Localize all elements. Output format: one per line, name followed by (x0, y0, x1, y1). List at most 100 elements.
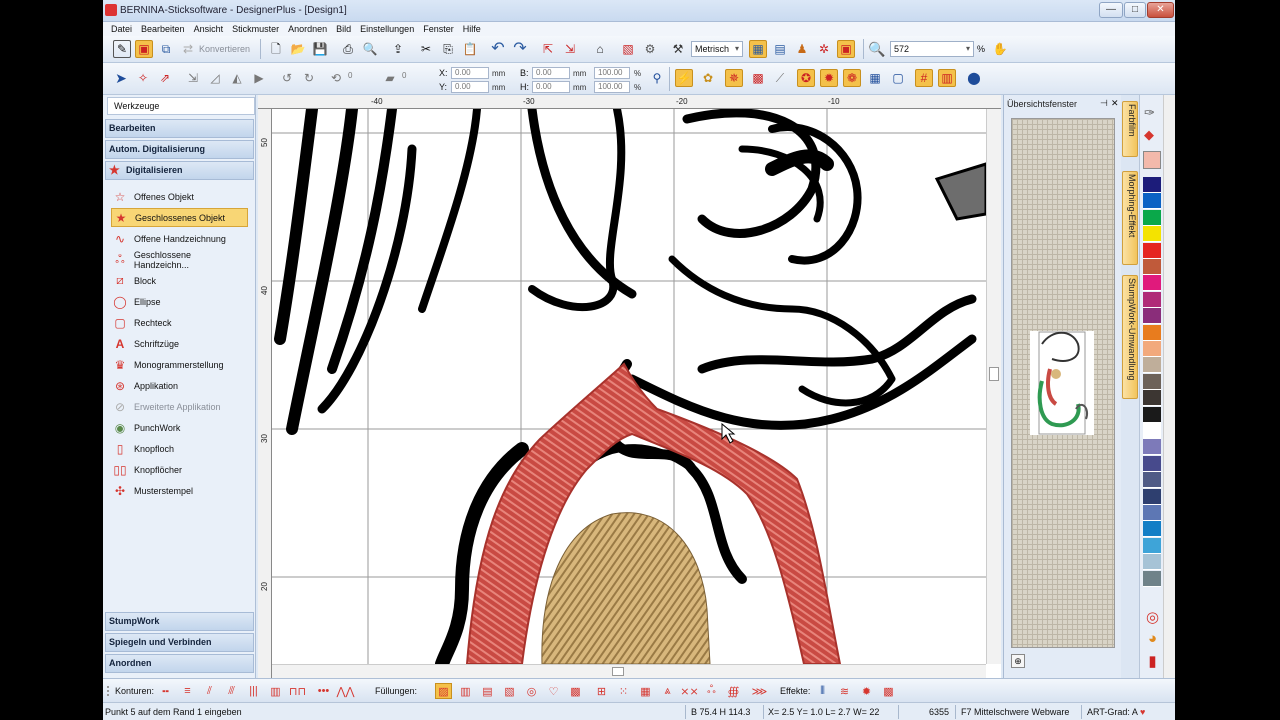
color-swatch[interactable] (1143, 488, 1161, 505)
tool-offene-handzeichnung[interactable]: ∿ Offene Handzeichnung (111, 229, 248, 248)
hash-grid-alt-icon[interactable]: ▥ (938, 69, 956, 87)
color-swatch[interactable] (1143, 259, 1161, 275)
fill-cross-icon[interactable]: ⊞ (593, 683, 610, 699)
overview-area[interactable] (1011, 118, 1115, 648)
export-embroidery-icon[interactable]: ⇲ (561, 40, 579, 58)
fill-radial-icon[interactable]: ◎ (523, 683, 540, 699)
category-spiegeln-und-verbinden[interactable]: Spiegeln und Verbinden (105, 633, 254, 652)
color-swatch[interactable] (1143, 570, 1161, 587)
color-swatch[interactable] (1143, 439, 1161, 456)
slant-icon[interactable]: ▰ (381, 69, 399, 87)
select-arrow-icon[interactable]: ➤ (112, 69, 130, 87)
horizontal-scroll-thumb[interactable] (612, 667, 624, 676)
fill-pattern-icon[interactable]: ▧ (501, 683, 518, 699)
open-folder-icon[interactable]: 📂 (289, 40, 307, 58)
grid-icon[interactable]: ▦ (866, 69, 884, 87)
sun-motif-icon[interactable]: ✹ (820, 69, 838, 87)
design-view-icon[interactable]: ⧉ (157, 40, 175, 58)
color-swatch[interactable] (1143, 423, 1161, 439)
tool-rechteck[interactable]: ▢ Rechteck (111, 313, 248, 332)
show-stitches-icon[interactable]: ▤ (771, 40, 789, 58)
fill-knot-icon[interactable]: ஃ (703, 683, 720, 699)
show-outlines-icon[interactable]: ▣ (837, 40, 855, 58)
color-wheel-icon[interactable]: ◎ (1143, 608, 1162, 627)
eyedropper-icon[interactable]: ✑ (1144, 105, 1155, 121)
color-swatch[interactable] (1143, 242, 1161, 259)
close-button[interactable]: ✕ (1147, 2, 1174, 18)
color-swatch[interactable] (1143, 193, 1161, 210)
pattern-icon[interactable]: ✵ (725, 69, 743, 87)
menu-hilfe[interactable]: Hilfe (463, 24, 481, 34)
mirror-horizontal-icon[interactable]: ◭ (228, 69, 246, 87)
menu-bearbeiten[interactable]: Bearbeiten (141, 24, 185, 34)
menu-fenster[interactable]: Fenster (423, 24, 454, 34)
fill-scales-icon[interactable]: ⋙ (751, 683, 768, 699)
menu-ansicht[interactable]: Ansicht (194, 24, 224, 34)
flower-motif-icon[interactable]: ❁ (843, 69, 861, 87)
undo-icon[interactable]: ↶ (489, 40, 507, 58)
tool-applikation[interactable]: ⊛ Applikation (111, 376, 248, 395)
palette-scrollbar[interactable] (1163, 95, 1175, 678)
frame-icon[interactable]: ▢ (889, 69, 907, 87)
grid-fill-icon[interactable]: ▩ (749, 69, 767, 87)
vertical-scroll-thumb[interactable] (989, 367, 999, 381)
rotate-left-icon[interactable]: ↺ (278, 69, 296, 87)
export-icon[interactable]: ⇪ (389, 40, 407, 58)
tool-punchwork[interactable]: ◉ PunchWork (111, 418, 248, 437)
fill-star-icon[interactable]: ✿ (699, 69, 717, 87)
tool-ellipse[interactable]: ◯ Ellipse (111, 292, 248, 311)
select-star-icon[interactable]: ✧ (134, 69, 152, 87)
menu-bild[interactable]: Bild (336, 24, 351, 34)
show-artwork-icon[interactable]: ▦ (749, 40, 767, 58)
current-color-swatch[interactable] (1143, 151, 1161, 169)
fill-grid-icon[interactable]: ▦ (637, 683, 654, 699)
lock-proportions-icon[interactable]: ⚲ (648, 69, 666, 87)
width-percent-input[interactable]: 100.00 (594, 67, 630, 79)
color-swatch[interactable] (1143, 554, 1161, 571)
fill-triangle-icon[interactable]: ⩓ (659, 683, 676, 699)
machine-icon[interactable]: ⌂ (591, 40, 609, 58)
contour-e-stitch-icon[interactable]: ⊓⊓ (289, 683, 306, 699)
color-swatch[interactable] (1143, 406, 1161, 423)
fill-wave-icon[interactable]: ∰ (725, 683, 742, 699)
contour-satin-icon[interactable]: ⫽ (201, 683, 218, 699)
show-objects-icon[interactable]: ✲ (815, 40, 833, 58)
paste-icon[interactable]: 📋 (461, 40, 479, 58)
drawing-area[interactable] (272, 109, 986, 664)
save-icon[interactable]: 💾 (311, 40, 329, 58)
redo-icon[interactable]: ↷ (511, 40, 529, 58)
tool-geschlossenes-objekt[interactable]: ★ Geschlossenes Objekt (111, 208, 248, 227)
contour-bar-icon[interactable]: ▥ (267, 683, 284, 699)
color-swatch[interactable] (1143, 177, 1161, 193)
menu-stickmuster[interactable]: Stickmuster (232, 24, 279, 34)
settings-gear-icon[interactable]: ⚙ (641, 40, 659, 58)
height-input[interactable]: 0.00 (532, 81, 570, 93)
effect-pattern-icon[interactable]: ▩ (880, 683, 897, 699)
print-icon[interactable]: ⎙ (339, 40, 357, 58)
tab-morphing-effekt[interactable]: Morphing-Effekt (1122, 171, 1138, 265)
menu-einstellungen[interactable]: Einstellungen (360, 24, 414, 34)
paint-bucket-icon[interactable]: ◆ (1144, 127, 1154, 143)
tools-icon[interactable]: ⚒ (669, 40, 687, 58)
category-stumpwork[interactable]: StumpWork (105, 612, 254, 631)
color-mixer-icon[interactable]: ◕ (1143, 630, 1162, 649)
effect-columns-icon[interactable]: ⦀ (814, 683, 831, 699)
effect-wave-icon[interactable]: ≋ (836, 683, 853, 699)
reshape-icon[interactable]: ⇗ (156, 69, 174, 87)
minimize-button[interactable]: — (1099, 2, 1123, 18)
tab-farbfilm[interactable]: Farbfilm (1122, 101, 1138, 157)
slant-value[interactable]: 0 (402, 71, 406, 80)
vertical-scrollbar[interactable] (986, 109, 1001, 664)
print-preview-icon[interactable]: 🔍 (361, 40, 379, 58)
color-swatch[interactable] (1143, 226, 1161, 243)
rotate-value[interactable]: 0 (348, 71, 352, 80)
category-digitalisieren[interactable]: ★ Digitalisieren (105, 161, 254, 180)
mirror-vertical-icon[interactable]: ▶ (250, 69, 268, 87)
stitch-angle-icon[interactable]: ⚡ (675, 69, 693, 87)
fill-fancy-icon[interactable]: ▩ (567, 683, 584, 699)
contour-triple-icon[interactable]: ≡ (179, 683, 196, 699)
contour-blanket-icon[interactable]: ||| (245, 683, 262, 699)
tool-offenes-objekt[interactable]: ☆ Offenes Objekt (111, 187, 248, 206)
tool-block[interactable]: ⧄ Block (111, 271, 248, 290)
thread-spool-icon[interactable]: ▮ (1143, 652, 1162, 671)
